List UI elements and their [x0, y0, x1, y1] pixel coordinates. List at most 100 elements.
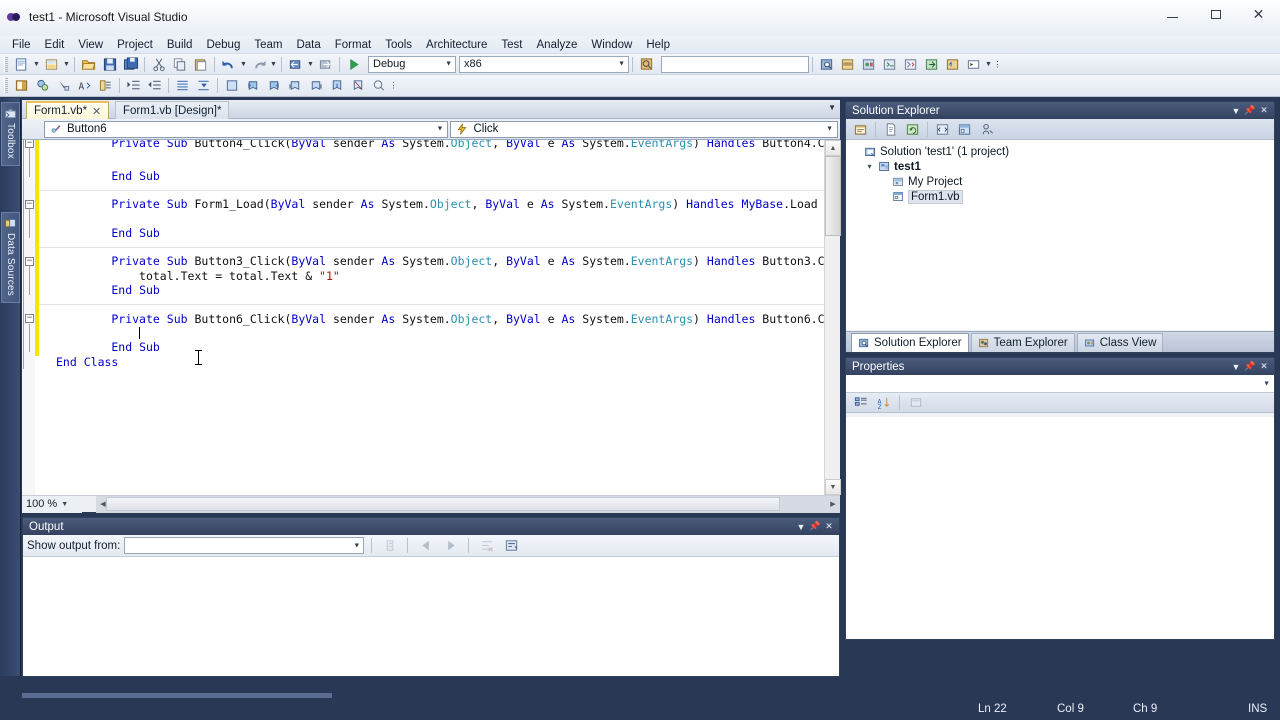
zoom-level-combo[interactable]: 100 % ▼ [22, 495, 82, 513]
toolbar-grip[interactable] [4, 78, 8, 93]
menu-item-help[interactable]: Help [639, 37, 677, 53]
toolbar-overflow-icon[interactable]: ⋮ [993, 55, 1002, 74]
outlining-collapse-icon[interactable]: − [25, 314, 34, 324]
property-pages-icon[interactable] [905, 393, 926, 412]
menu-item-window[interactable]: Window [584, 37, 639, 53]
redo-icon[interactable] [248, 55, 269, 74]
tree-item-solution-test1-1-project[interactable]: Solution 'test1' (1 project) [846, 144, 1274, 159]
start-debugging-icon[interactable] [343, 55, 364, 74]
member-name-combo[interactable]: Click ▼ [450, 120, 838, 138]
paste-icon[interactable] [190, 55, 211, 74]
find-in-files-icon[interactable] [636, 55, 657, 74]
sidebar-item-toolbox[interactable]: Toolbox [1, 102, 20, 166]
menu-item-view[interactable]: View [71, 37, 110, 53]
menu-item-architecture[interactable]: Architecture [419, 37, 494, 53]
new-project-icon[interactable] [11, 55, 32, 74]
new-project-dropdown-icon[interactable]: ▼ [32, 55, 41, 74]
object-browser-button-icon[interactable] [858, 55, 879, 74]
tab-solution-explorer[interactable]: Solution Explorer [851, 333, 969, 352]
find-input[interactable] [661, 55, 809, 73]
undo-icon[interactable] [218, 55, 239, 74]
solution-tree[interactable]: Solution 'test1' (1 project) ▾ test1 My Pro… [846, 140, 1274, 330]
view-designer-icon[interactable] [954, 120, 975, 139]
tree-item-test1[interactable]: ▾ test1 [846, 159, 1274, 174]
collapse-to-definitions-icon[interactable] [193, 76, 214, 95]
toggle-word-wrap-output-icon[interactable] [501, 536, 522, 555]
increase-indent-icon[interactable] [123, 76, 144, 95]
find-message-icon[interactable] [379, 536, 400, 555]
pane-menu-icon[interactable]: ▼ [1229, 104, 1243, 118]
goto-button-icon[interactable] [921, 55, 942, 74]
decrease-indent-icon[interactable] [144, 76, 165, 95]
clear-bookmarks-icon[interactable] [347, 76, 368, 95]
clear-all-icon[interactable] [476, 536, 497, 555]
go-to-next-message-icon[interactable] [440, 536, 461, 555]
chevron-down-icon[interactable]: ▾ [864, 162, 875, 171]
tab-team-explorer[interactable]: Team Explorer [970, 333, 1075, 352]
command-window-button-icon[interactable] [963, 55, 984, 74]
outlining-collapse-icon[interactable]: − [25, 256, 34, 266]
tab-form1-vb[interactable]: Form1.vb* ✕ [26, 101, 110, 119]
output-text-area[interactable] [23, 557, 839, 676]
close-icon[interactable]: ✕ [822, 520, 836, 534]
scroll-right-button[interactable]: ▶ [826, 497, 840, 511]
menu-item-tools[interactable]: Tools [378, 37, 419, 53]
navigate-forward-icon[interactable] [315, 55, 336, 74]
undo-dropdown-icon[interactable]: ▼ [239, 55, 248, 74]
go-to-previous-message-icon[interactable] [415, 536, 436, 555]
pane-menu-icon[interactable]: ▼ [1229, 360, 1243, 374]
solution-explorer-button-icon[interactable] [816, 55, 837, 74]
toolbar-overflow-icon[interactable]: ⋮ [389, 76, 398, 95]
menu-item-test[interactable]: Test [494, 37, 529, 53]
menu-item-team[interactable]: Team [247, 37, 289, 53]
view-code-icon[interactable] [932, 120, 953, 139]
toggle-bookmark-icon[interactable] [221, 76, 242, 95]
class-name-combo[interactable]: Button6 ▼ [44, 120, 449, 138]
close-icon[interactable]: ✕ [1257, 360, 1271, 374]
save-all-icon[interactable] [120, 55, 141, 74]
error-list-button-icon[interactable] [900, 55, 921, 74]
previous-bookmark-folder-icon[interactable] [284, 76, 305, 95]
menu-item-data[interactable]: Data [289, 37, 327, 53]
publish-button-icon[interactable] [942, 55, 963, 74]
properties-icon[interactable] [850, 120, 871, 139]
outlining-collapse-icon[interactable]: − [25, 140, 34, 148]
menu-item-build[interactable]: Build [160, 37, 200, 53]
more-buttons-icon[interactable]: ▼ [984, 55, 993, 74]
menu-item-analyze[interactable]: Analyze [530, 37, 585, 53]
code-editor-surface[interactable]: Private Sub Button4_Click(ByVal sender A… [22, 140, 840, 495]
pane-menu-icon[interactable]: ▼ [794, 520, 808, 534]
tab-form1-vb-design[interactable]: Form1.vb [Design]* [115, 101, 230, 119]
show-output-from-combo[interactable]: ▼ [124, 537, 365, 554]
redo-dropdown-icon[interactable]: ▼ [269, 55, 278, 74]
tab-class-view[interactable]: Class View [1076, 333, 1164, 352]
cut-icon[interactable] [148, 55, 169, 74]
horizontal-scrollbar-thumb[interactable] [106, 497, 780, 511]
previous-bookmark-icon[interactable] [242, 76, 263, 95]
solution-platform-combo[interactable]: x86 ▼ [459, 55, 629, 73]
editor-vertical-scrollbar[interactable]: ▲ ▼ [824, 140, 841, 495]
document-window-menu-icon[interactable]: ▼ [828, 103, 836, 112]
next-bookmark-folder-icon[interactable] [305, 76, 326, 95]
toolbar-grip[interactable] [4, 56, 8, 72]
close-icon[interactable]: ✕ [92, 105, 101, 118]
categorized-icon[interactable] [850, 393, 871, 412]
horizontal-scrollbar-track[interactable]: ◀ ▶ [96, 496, 840, 513]
outlining-collapse-icon[interactable]: − [25, 199, 34, 209]
go-to-definition-icon[interactable] [53, 76, 74, 95]
alphabetical-icon[interactable]: AZ [873, 393, 894, 412]
minimize-button[interactable] [1151, 0, 1194, 29]
close-icon[interactable]: ✕ [1257, 104, 1271, 118]
toolbox-button-icon[interactable] [879, 55, 900, 74]
enable-bookmark-icon[interactable] [326, 76, 347, 95]
menu-item-file[interactable]: File [5, 37, 38, 53]
toggle-all-outlining-icon[interactable] [172, 76, 193, 95]
properties-object-combo[interactable]: ▼ [846, 375, 1274, 393]
auto-hide-pin-icon[interactable]: 📌 [1243, 360, 1257, 374]
navigate-backward-dropdown-icon[interactable]: ▼ [306, 55, 315, 74]
navigate-backward-icon[interactable] [285, 55, 306, 74]
auto-hide-pin-icon[interactable]: 📌 [1243, 104, 1257, 118]
refresh-icon[interactable] [902, 120, 923, 139]
view-class-diagram-icon[interactable] [976, 120, 997, 139]
sidebar-item-data-sources[interactable]: Data Sources [1, 211, 20, 303]
